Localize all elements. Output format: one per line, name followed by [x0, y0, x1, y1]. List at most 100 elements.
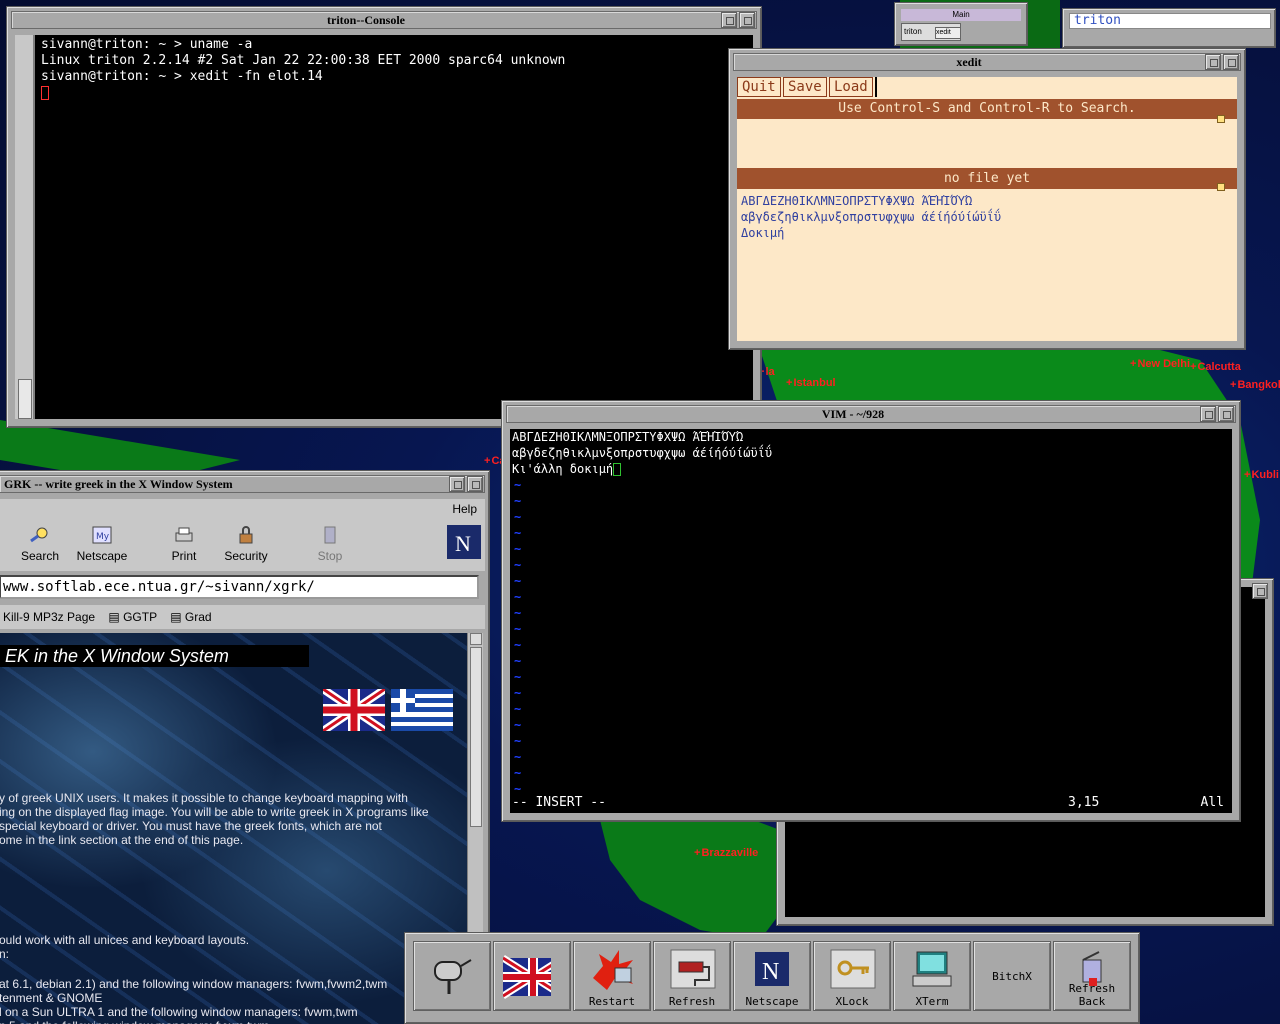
page-content[interactable]: EK in the X Window System y of greek UNI…: [0, 633, 467, 1024]
greek-flag-icon[interactable]: [391, 689, 453, 731]
scrollbar-thumb[interactable]: [18, 379, 32, 419]
button-label: XTerm: [915, 995, 949, 1008]
maximize-button[interactable]: [1252, 583, 1268, 599]
stop-icon: [324, 526, 336, 544]
tool-label: Security: [224, 549, 268, 563]
terminal-line: sivann@triton: ~ > uname -a: [41, 37, 253, 52]
iconify-button[interactable]: [721, 12, 737, 28]
page-paragraph: ould work with all unices and keyboard l…: [0, 933, 250, 961]
folder-icon: ▤: [170, 610, 182, 624]
console-titlebar[interactable]: triton--Console: [11, 11, 757, 29]
button-label: Refresh Back: [1068, 982, 1116, 1008]
xlock-button[interactable]: XLock: [813, 941, 891, 1011]
maximize-button[interactable]: [739, 12, 755, 28]
console-window[interactable]: triton--Console sivann@triton: ~ > uname…: [6, 6, 762, 428]
terminal-area[interactable]: sivann@triton: ~ > uname -a Linux triton…: [15, 35, 753, 419]
xterm-button[interactable]: XTerm: [893, 941, 971, 1011]
bookmark-link[interactable]: Grad: [185, 610, 212, 624]
tool-label: Stop: [317, 549, 343, 563]
xedit-titlebar[interactable]: xedit: [733, 53, 1241, 71]
folder-icon: ▤: [108, 610, 120, 624]
maximize-button[interactable]: [1218, 406, 1234, 422]
bitchx-button[interactable]: BitchX: [973, 941, 1051, 1011]
netscape-launcher-button[interactable]: N Netscape: [733, 941, 811, 1011]
mailbox-button[interactable]: [413, 941, 491, 1011]
iconify-button[interactable]: [1200, 406, 1216, 422]
text-area[interactable]: ΑΒΓΔΕΖΗΘΙΚΛΜΝΞΟΠΡΣΤΥΦΧΨΩ ΆΈΉΊΌΎΏ αβγδεζη…: [741, 193, 1001, 241]
buffer-text: ΑΒΓΔΕΖΗΘΙΚΛΜΝΞΟΠΡΣΤΥΦΧΨΩ ΆΈΉΊΌΎΏ αβγδεζη…: [512, 429, 772, 477]
keyboard-layout-button[interactable]: [493, 941, 571, 1011]
vim-titlebar[interactable]: VIM - ~/928: [506, 405, 1236, 423]
restart-button[interactable]: Restart: [573, 941, 651, 1011]
tool-label: Search: [20, 549, 60, 563]
netscape-button[interactable]: My Netscape: [67, 525, 137, 563]
page-heading: EK in the X Window System: [0, 645, 309, 667]
button-label: Refresh: [668, 995, 716, 1008]
stop-button[interactable]: Stop: [295, 525, 365, 563]
netscape-logo-icon: N: [447, 525, 481, 559]
button-label: XLock: [835, 995, 869, 1008]
iconify-button[interactable]: [1205, 54, 1221, 70]
cursor-position: 3,15: [1068, 795, 1100, 810]
fvwm-pager[interactable]: Main triton xedit: [894, 2, 1028, 46]
iconify-button[interactable]: [449, 476, 465, 492]
explosion-icon: [593, 950, 633, 990]
city-label: Istanbul: [786, 377, 835, 389]
xedit-window[interactable]: xedit Quit Save Load Use Control-S and C…: [728, 48, 1246, 350]
vim-buffer[interactable]: ΑΒΓΔΕΖΗΘΙΚΛΜΝΞΟΠΡΣΤΥΦΧΨΩ ΆΈΉΊΌΎΏ αβγδεζη…: [510, 429, 1232, 813]
search-button[interactable]: Search: [5, 525, 75, 563]
save-button[interactable]: Save: [783, 77, 827, 97]
filename-status-bar: no file yet: [737, 169, 1237, 189]
window-title: triton--Console: [327, 12, 405, 27]
terminal-icon: [912, 951, 952, 987]
netscape-logo-icon: N: [755, 952, 789, 986]
triton-label: triton: [1069, 13, 1271, 29]
svg-text:My: My: [96, 532, 110, 542]
terminal-line: sivann@triton: ~ > xedit -fn elot.14: [41, 69, 323, 84]
fvwm-button-bar: Restart Refresh N Netscape XLock XTerm B…: [404, 932, 1140, 1024]
vim-statusline: -- INSERT -- 3,15 All: [512, 795, 1228, 811]
city-label: Brazzaville: [694, 847, 758, 859]
city-label: New Delhi: [1130, 358, 1190, 370]
load-button[interactable]: Load: [829, 77, 873, 97]
quit-button[interactable]: Quit: [737, 77, 781, 97]
text-line: ΑΒΓΔΕΖΗΘΙΚΛΜΝΞΟΠΡΣΤΥΦΧΨΩ ΆΈΉΊΌΎΏ: [741, 194, 973, 208]
security-button[interactable]: Security: [211, 525, 281, 563]
xedit-body: Quit Save Load Use Control-S and Control…: [737, 77, 1237, 341]
paint-roller-icon: [670, 949, 716, 989]
vim-cursor: [613, 463, 622, 476]
empty-line-markers: ~ ~ ~ ~ ~ ~ ~ ~ ~ ~ ~ ~ ~ ~ ~ ~ ~ ~ ~ ~: [514, 478, 522, 796]
scroll-up-arrow[interactable]: [470, 633, 482, 645]
mailbox-icon: [434, 959, 472, 994]
location-input[interactable]: www.softlab.ece.ntua.gr/~sivann/xgrk/: [0, 575, 479, 599]
pane-grip[interactable]: [1217, 183, 1225, 191]
buffer-line: αβγδεζηθικλμνξοπρστυφχψω άέίήόύίώϋΐΰ: [512, 446, 773, 460]
message-pane[interactable]: [737, 119, 1237, 169]
scrollbar-thumb[interactable]: [470, 647, 482, 827]
mynetscape-icon: My: [92, 526, 112, 544]
window-title: xedit: [956, 54, 982, 69]
bookmark-link[interactable]: GGTP: [123, 610, 157, 624]
refresh-back-button[interactable]: Refresh Back: [1053, 941, 1131, 1011]
keys-lock-icon: [830, 949, 876, 989]
maximize-button[interactable]: [467, 476, 483, 492]
button-label: BitchX: [992, 970, 1032, 983]
tool-label: Print: [171, 549, 197, 563]
filename-input[interactable]: [875, 77, 877, 97]
terminal-output: sivann@triton: ~ > uname -a Linux triton…: [41, 37, 565, 101]
print-button[interactable]: Print: [149, 525, 219, 563]
triton-icon-box[interactable]: triton: [1062, 8, 1276, 48]
city-label: Calcutta: [1190, 361, 1240, 373]
menu-help[interactable]: Help: [452, 502, 477, 516]
scroll-position: All: [1200, 795, 1224, 810]
terminal-scrollbar[interactable]: [15, 35, 35, 419]
lock-icon: [239, 526, 253, 544]
refresh-button[interactable]: Refresh: [653, 941, 731, 1011]
bookmark-link[interactable]: Kill-9 MP3z Page: [3, 610, 95, 624]
uk-flag-icon[interactable]: [323, 689, 385, 731]
netscape-titlebar[interactable]: GRK -- write greek in the X Window Syste…: [0, 475, 485, 493]
maximize-button[interactable]: [1223, 54, 1239, 70]
vim-window[interactable]: VIM - ~/928 ΑΒΓΔΕΖΗΘΙΚΛΜΝΞΟΠΡΣΤΥΦΧΨΩ ΆΈΉ…: [501, 400, 1241, 822]
pager-window-thumb[interactable]: xedit: [935, 27, 961, 39]
terminal-line: Linux triton 2.2.14 #2 Sat Jan 22 22:00:…: [41, 53, 566, 68]
